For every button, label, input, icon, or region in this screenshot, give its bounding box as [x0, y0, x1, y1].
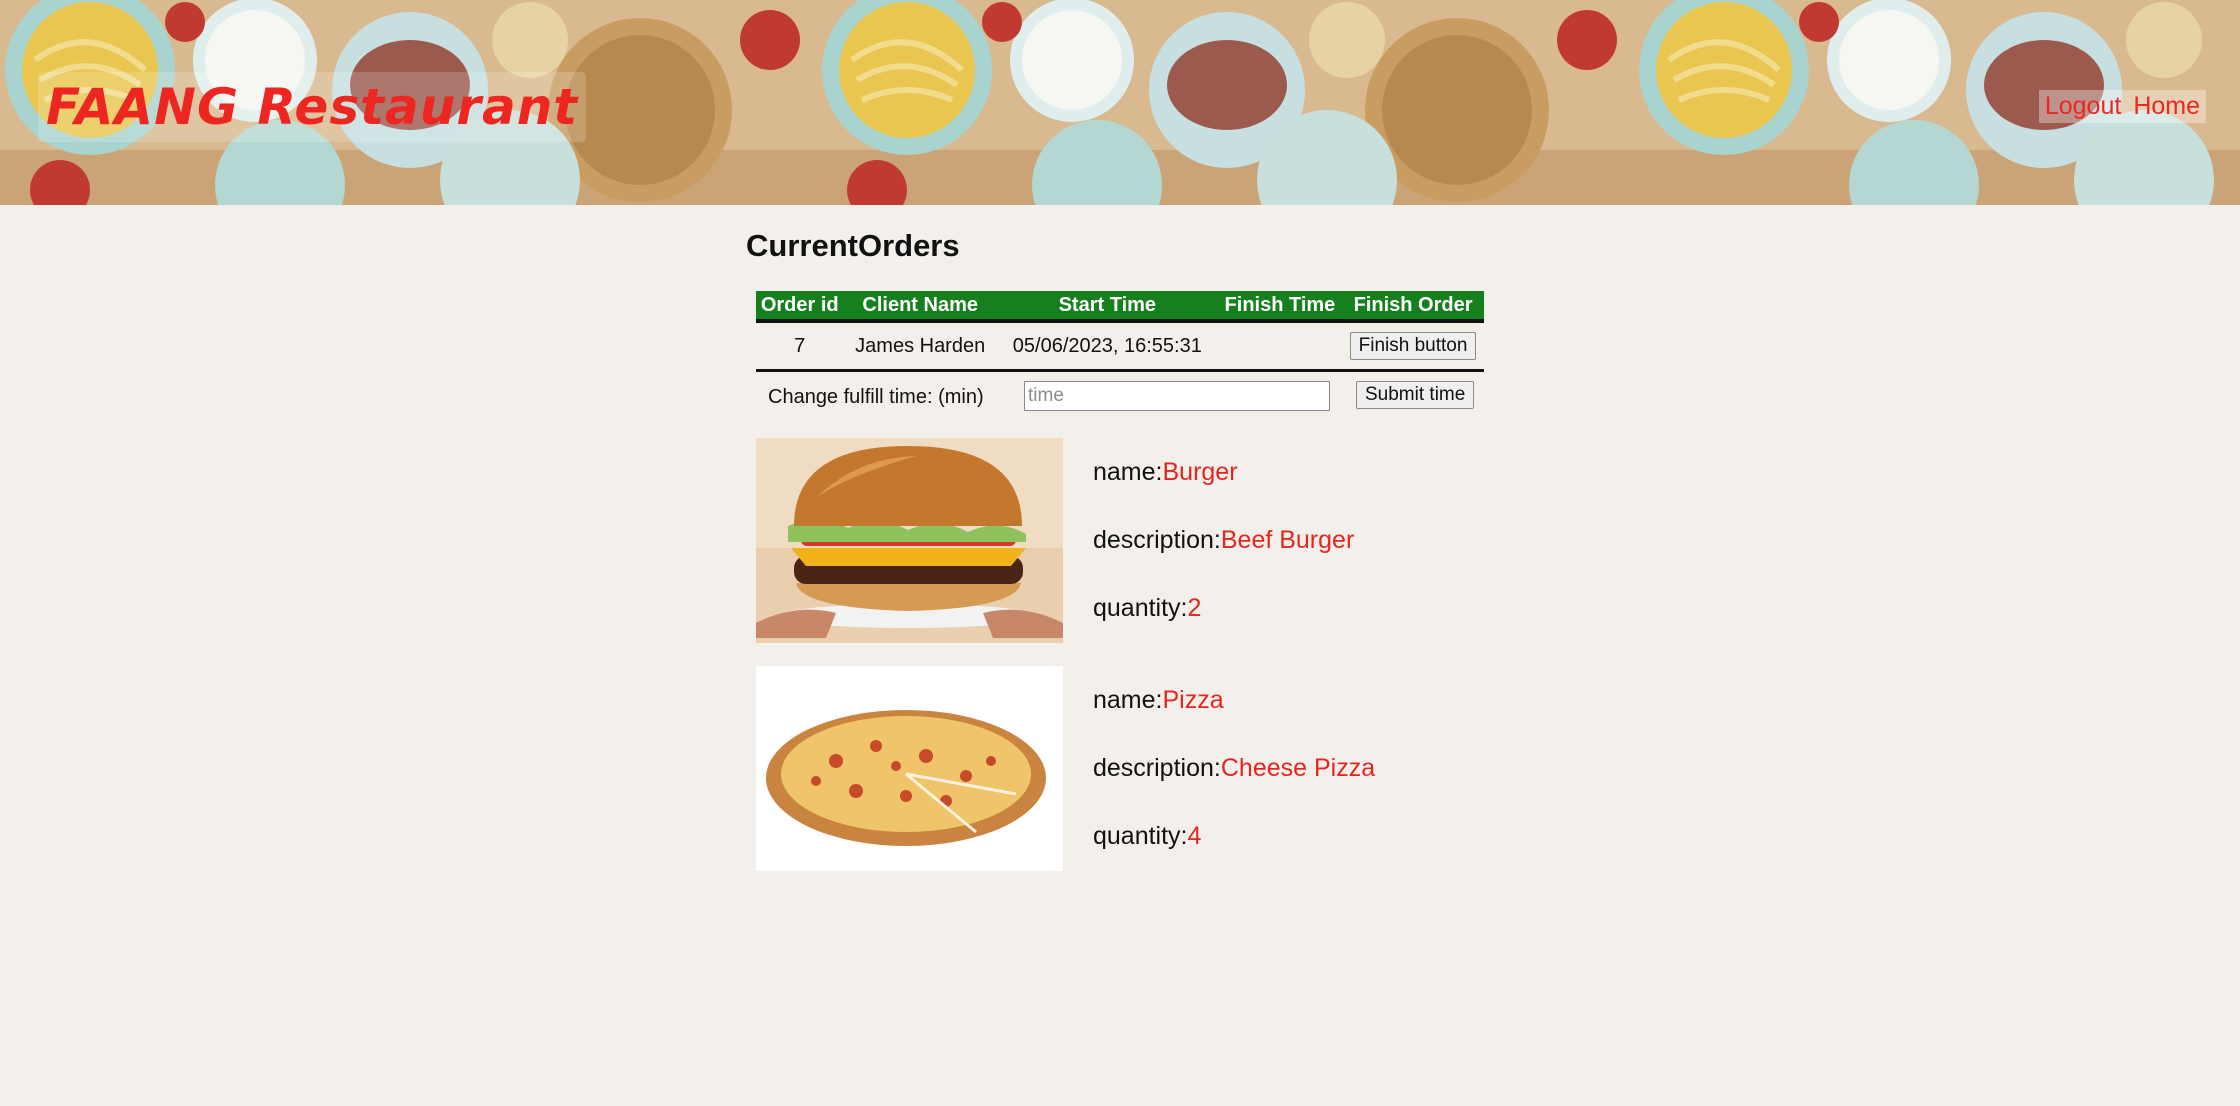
- column-header-finish-order: Finish Order: [1342, 291, 1484, 323]
- column-header-client-name: Client Name: [843, 291, 997, 323]
- order-item: name:Burger description:Beef Burger quan…: [756, 438, 1496, 643]
- item-quantity-field: quantity:2: [1093, 594, 1201, 623]
- item-name-field: name:Burger: [1093, 458, 1238, 487]
- fulfill-time-form: Change fulfill time: (min) Submit time: [756, 380, 1484, 416]
- pizza-image: [756, 666, 1063, 871]
- item-description-label: description:: [1093, 754, 1221, 782]
- orders-table: Order id Client Name Start Time Finish T…: [756, 291, 1484, 372]
- table-row: 7 James Harden 05/06/2023, 16:55:31 Fini…: [756, 321, 1484, 372]
- item-name-field: name:Pizza: [1093, 686, 1224, 715]
- item-quantity-label: quantity:: [1093, 822, 1188, 850]
- item-description-field: description:Beef Burger: [1093, 526, 1354, 555]
- item-quantity-value: 4: [1187, 822, 1202, 850]
- column-header-order-id: Order id: [756, 291, 844, 323]
- finish-order-button[interactable]: Finish button: [1349, 332, 1477, 360]
- item-name-value: Burger: [1162, 458, 1238, 486]
- item-description-field: description:Cheese Pizza: [1093, 754, 1375, 783]
- order-item: name:Pizza description:Cheese Pizza quan…: [756, 666, 1496, 871]
- item-description-value: Cheese Pizza: [1220, 754, 1376, 782]
- page-title: CurrentOrders: [746, 228, 960, 263]
- fulfill-time-label: Change fulfill time: (min): [768, 386, 984, 408]
- home-link[interactable]: Home: [2133, 92, 2200, 121]
- item-name-label: name:: [1093, 686, 1163, 714]
- header-banner: FAANG Restaurant Logout Home: [0, 0, 2240, 205]
- brand-title: FAANG Restaurant: [38, 72, 587, 142]
- item-name-label: name:: [1093, 458, 1163, 486]
- logout-link[interactable]: Logout: [2045, 92, 2121, 121]
- item-quantity-label: quantity:: [1093, 594, 1188, 622]
- submit-time-button[interactable]: Submit time: [1356, 381, 1475, 409]
- burger-image: [756, 438, 1063, 643]
- finish-order-cell: Finish button: [1342, 321, 1484, 372]
- order-id-cell: 7: [756, 321, 844, 372]
- item-description-value: Beef Burger: [1220, 526, 1355, 554]
- fulfill-time-input[interactable]: [1024, 381, 1330, 411]
- item-description-label: description:: [1093, 526, 1221, 554]
- banner-food-image: [817, 0, 1634, 205]
- start-time-cell: 05/06/2023, 16:55:31: [996, 321, 1218, 372]
- column-header-start-time: Start Time: [996, 291, 1218, 323]
- item-name-value: Pizza: [1162, 686, 1224, 714]
- current-orders-section: CurrentOrders Order id Client Name Start…: [746, 228, 1506, 871]
- item-quantity-field: quantity:4: [1093, 822, 1201, 851]
- top-nav: Logout Home: [2038, 90, 2206, 123]
- item-quantity-value: 2: [1187, 594, 1202, 622]
- finish-time-cell: [1217, 321, 1343, 372]
- client-name-cell: James Harden: [843, 321, 997, 372]
- column-header-finish-time: Finish Time: [1217, 291, 1343, 323]
- table-header-row: Order id Client Name Start Time Finish T…: [756, 291, 1484, 323]
